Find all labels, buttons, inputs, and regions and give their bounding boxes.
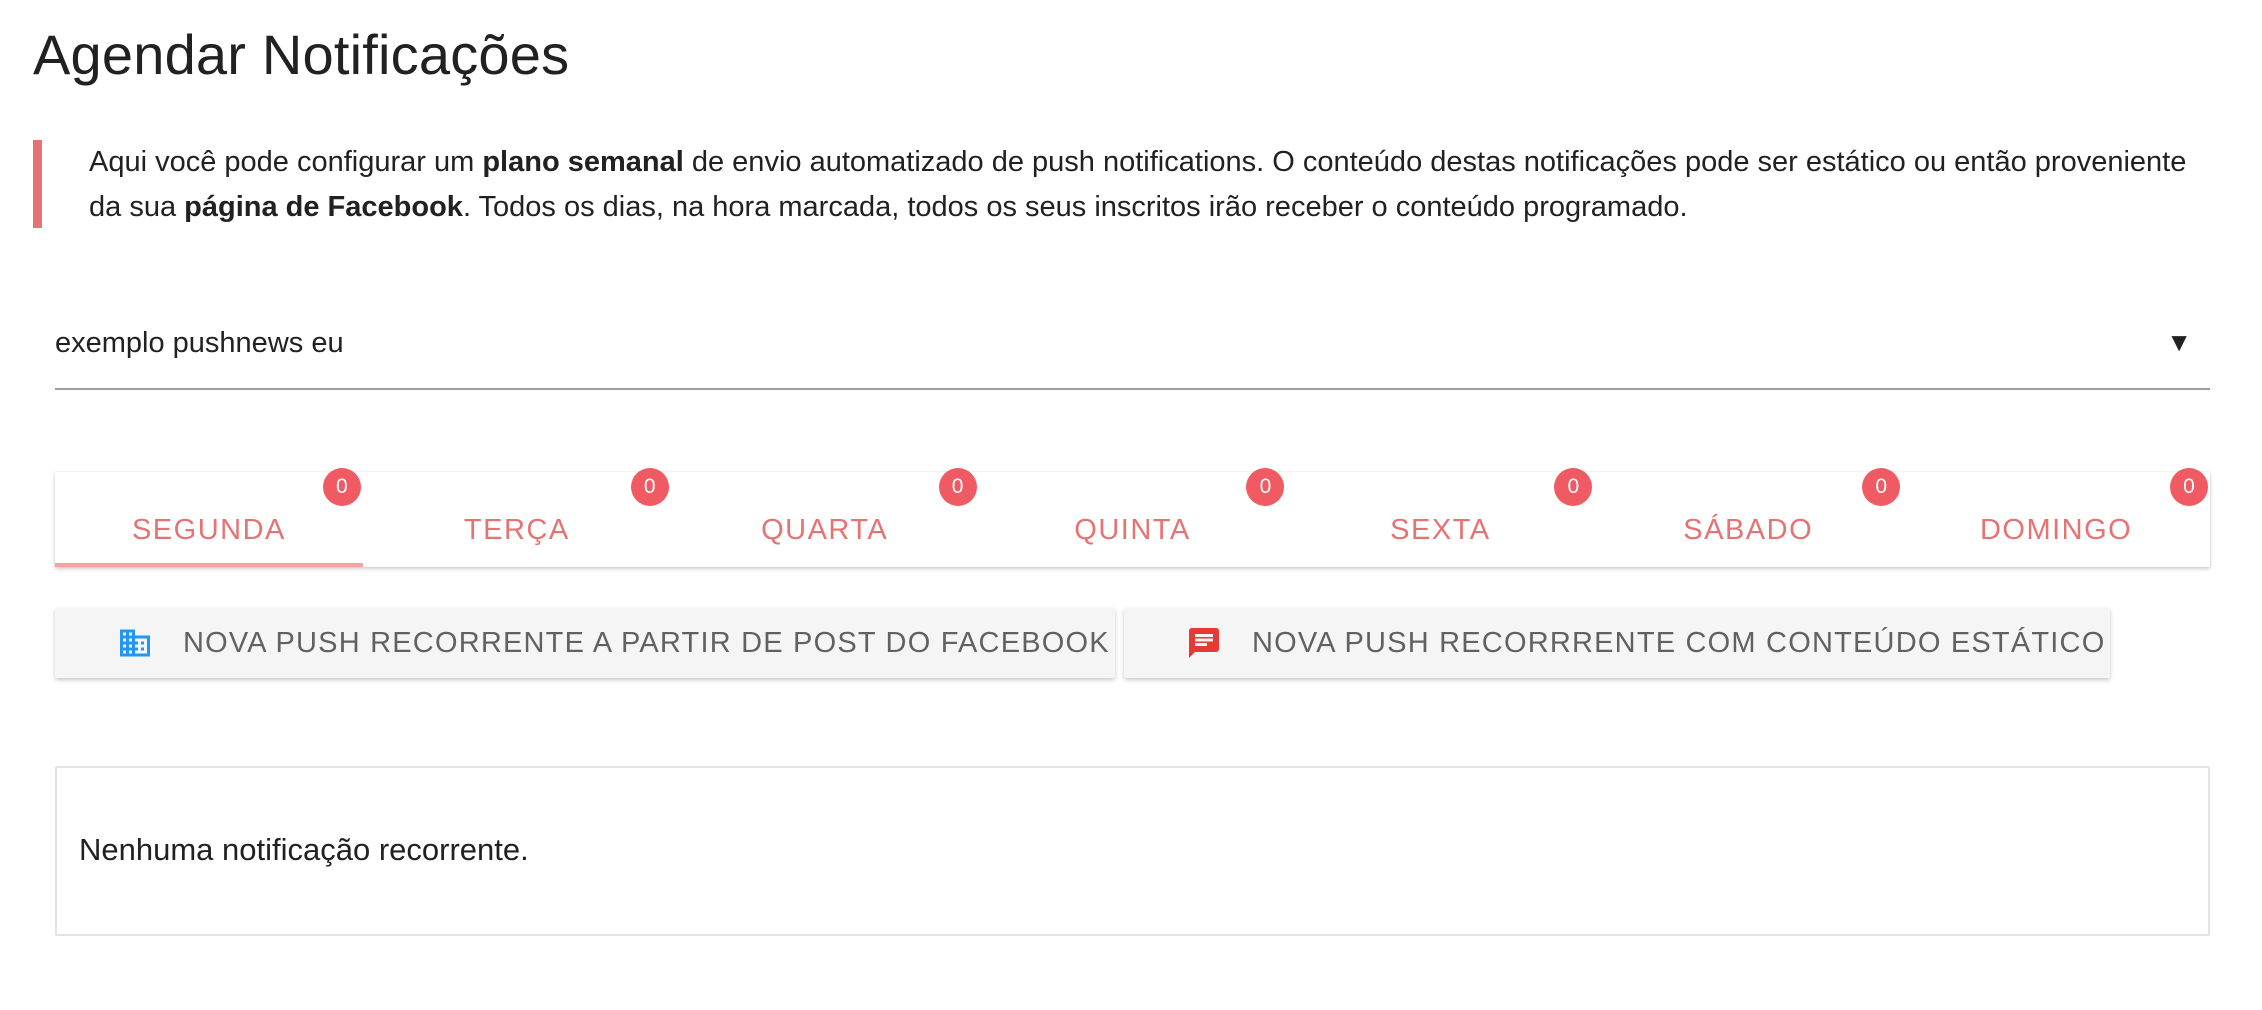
tab-count-badge: 0 [322,468,361,506]
tab-sabado[interactable]: SÁBADO 0 [1594,468,1902,567]
new-facebook-push-button[interactable]: NOVA PUSH RECORRENTE A PARTIR DE POST DO… [55,608,1115,678]
building-icon [120,629,150,657]
weekday-tabs: SEGUNDA 0 TERÇA 0 QUARTA 0 QUINTA 0 SEXT… [55,468,2210,567]
tab-count-badge: 0 [1862,468,1901,506]
tab-quinta[interactable]: QUINTA 0 [979,468,1287,567]
tab-count-badge: 0 [1246,468,1285,506]
tab-count-badge: 0 [1554,468,1593,506]
info-text-emphasis: plano semanal [482,146,684,178]
new-static-push-label: NOVA PUSH RECORRRENTE COM CONTEÚDO ESTÁT… [1252,626,2106,659]
tab-quarta[interactable]: QUARTA 0 [671,468,979,567]
tab-label: SÁBADO [1683,514,1814,546]
new-static-push-button[interactable]: NOVA PUSH RECORRRENTE COM CONTEÚDO ESTÁT… [1124,608,2110,678]
info-text-part: . Todos os dias, na hora marcada, todos … [462,191,1688,223]
notifications-list: Nenhuma notificação recorrente. [55,766,2210,936]
tab-terca[interactable]: TERÇA 0 [363,468,671,567]
info-text-part: Aqui você pode configurar um [89,146,483,178]
tab-count-badge: 0 [2170,468,2209,506]
tab-count-badge: 0 [630,468,669,506]
page-title: Agendar Notificações [33,23,570,86]
tab-label: TERÇA [463,514,570,546]
dropdown-arrow-icon: ▼ [2166,327,2192,357]
site-select-value: exemplo pushnews eu [55,327,344,359]
tab-label: SEXTA [1390,514,1491,546]
tab-label: SEGUNDA [131,514,286,546]
message-icon [1189,628,1219,658]
info-text-emphasis: página de Facebook [184,191,463,223]
tab-domingo[interactable]: DOMINGO 0 [1902,468,2210,567]
site-select[interactable]: exemplo pushnews eu ▼ [55,315,2210,390]
tab-count-badge: 0 [938,468,977,506]
empty-state-text: Nenhuma notificação recorrente. [79,832,529,867]
tab-segunda[interactable]: SEGUNDA 0 [55,468,363,567]
info-callout: Aqui você pode configurar um plano seman… [33,140,2213,228]
tab-label: DOMINGO [1979,514,2133,546]
tab-sexta[interactable]: SEXTA 0 [1286,468,1594,567]
tab-label: QUARTA [761,514,889,546]
new-facebook-push-label: NOVA PUSH RECORRENTE A PARTIR DE POST DO… [183,626,1110,659]
tab-label: QUINTA [1074,514,1191,546]
info-text: Aqui você pode configurar um plano seman… [89,140,2213,230]
